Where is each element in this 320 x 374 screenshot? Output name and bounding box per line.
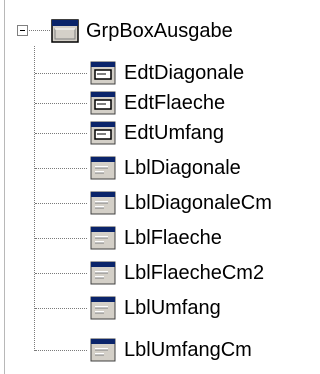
panel-border — [4, 0, 5, 374]
tree-node-root[interactable]: GrpBoxAusgabe — [50, 16, 233, 46]
tree-node-label: LblDiagonaleCm — [124, 191, 272, 214]
label-icon — [90, 156, 116, 180]
tree-node-edtflaeche[interactable]: EdtFlaeche — [88, 88, 225, 118]
tree-node-edtdiagonale[interactable]: EdtDiagonale — [88, 58, 244, 88]
tree-node-lbldiagonalecm[interactable]: LblDiagonaleCm — [88, 188, 272, 218]
label-icon — [90, 296, 116, 320]
edit-field-icon — [90, 61, 116, 85]
tree-connector-root — [27, 30, 50, 31]
edit-field-icon — [90, 121, 116, 145]
tree-node-lblumfang[interactable]: LblUmfang — [88, 293, 221, 323]
tree-connector-vertical — [34, 46, 35, 351]
tree-node-label: LblUmfang — [124, 296, 221, 319]
tree-connector-5 — [35, 203, 87, 204]
tree-connector-4 — [35, 168, 87, 169]
tree-node-lblflaechecm2[interactable]: LblFlaecheCm2 — [88, 258, 264, 288]
tree-node-label: LblFlaecheCm2 — [124, 261, 265, 284]
label-icon — [90, 226, 116, 250]
tree-connector-3 — [35, 133, 87, 134]
collapse-toggle[interactable] — [17, 25, 28, 36]
label-icon — [90, 338, 116, 362]
component-tree: GrpBoxAusgabe EdtDiagonale EdtFlaeche Ed… — [0, 0, 302, 374]
tree-node-label: LblDiagonale — [124, 156, 241, 179]
tree-node-label: EdtFlaeche — [124, 91, 226, 114]
tree-node-label: LblFlaeche — [124, 226, 222, 249]
tree-connector-7 — [35, 273, 87, 274]
tree-connector-9 — [35, 350, 87, 351]
groupbox-icon — [51, 19, 79, 43]
edit-field-icon — [90, 91, 116, 115]
tree-node-label: EdtDiagonale — [124, 61, 245, 84]
tree-connector-8 — [35, 308, 87, 309]
tree-node-lblumfangcm[interactable]: LblUmfangCm — [88, 335, 252, 365]
tree-node-lblflaeche[interactable]: LblFlaeche — [88, 223, 222, 253]
tree-node-lbldiagonale[interactable]: LblDiagonale — [88, 153, 241, 183]
tree-connector-1 — [35, 73, 87, 74]
tree-connector-6 — [35, 238, 87, 239]
tree-node-label: LblUmfangCm — [124, 338, 252, 361]
label-icon — [90, 261, 116, 285]
tree-connector-2 — [35, 103, 87, 104]
tree-node-edtumfang[interactable]: EdtUmfang — [88, 118, 224, 148]
tree-node-label: EdtUmfang — [124, 121, 225, 144]
tree-node-label: GrpBoxAusgabe — [86, 19, 233, 42]
label-icon — [90, 191, 116, 215]
